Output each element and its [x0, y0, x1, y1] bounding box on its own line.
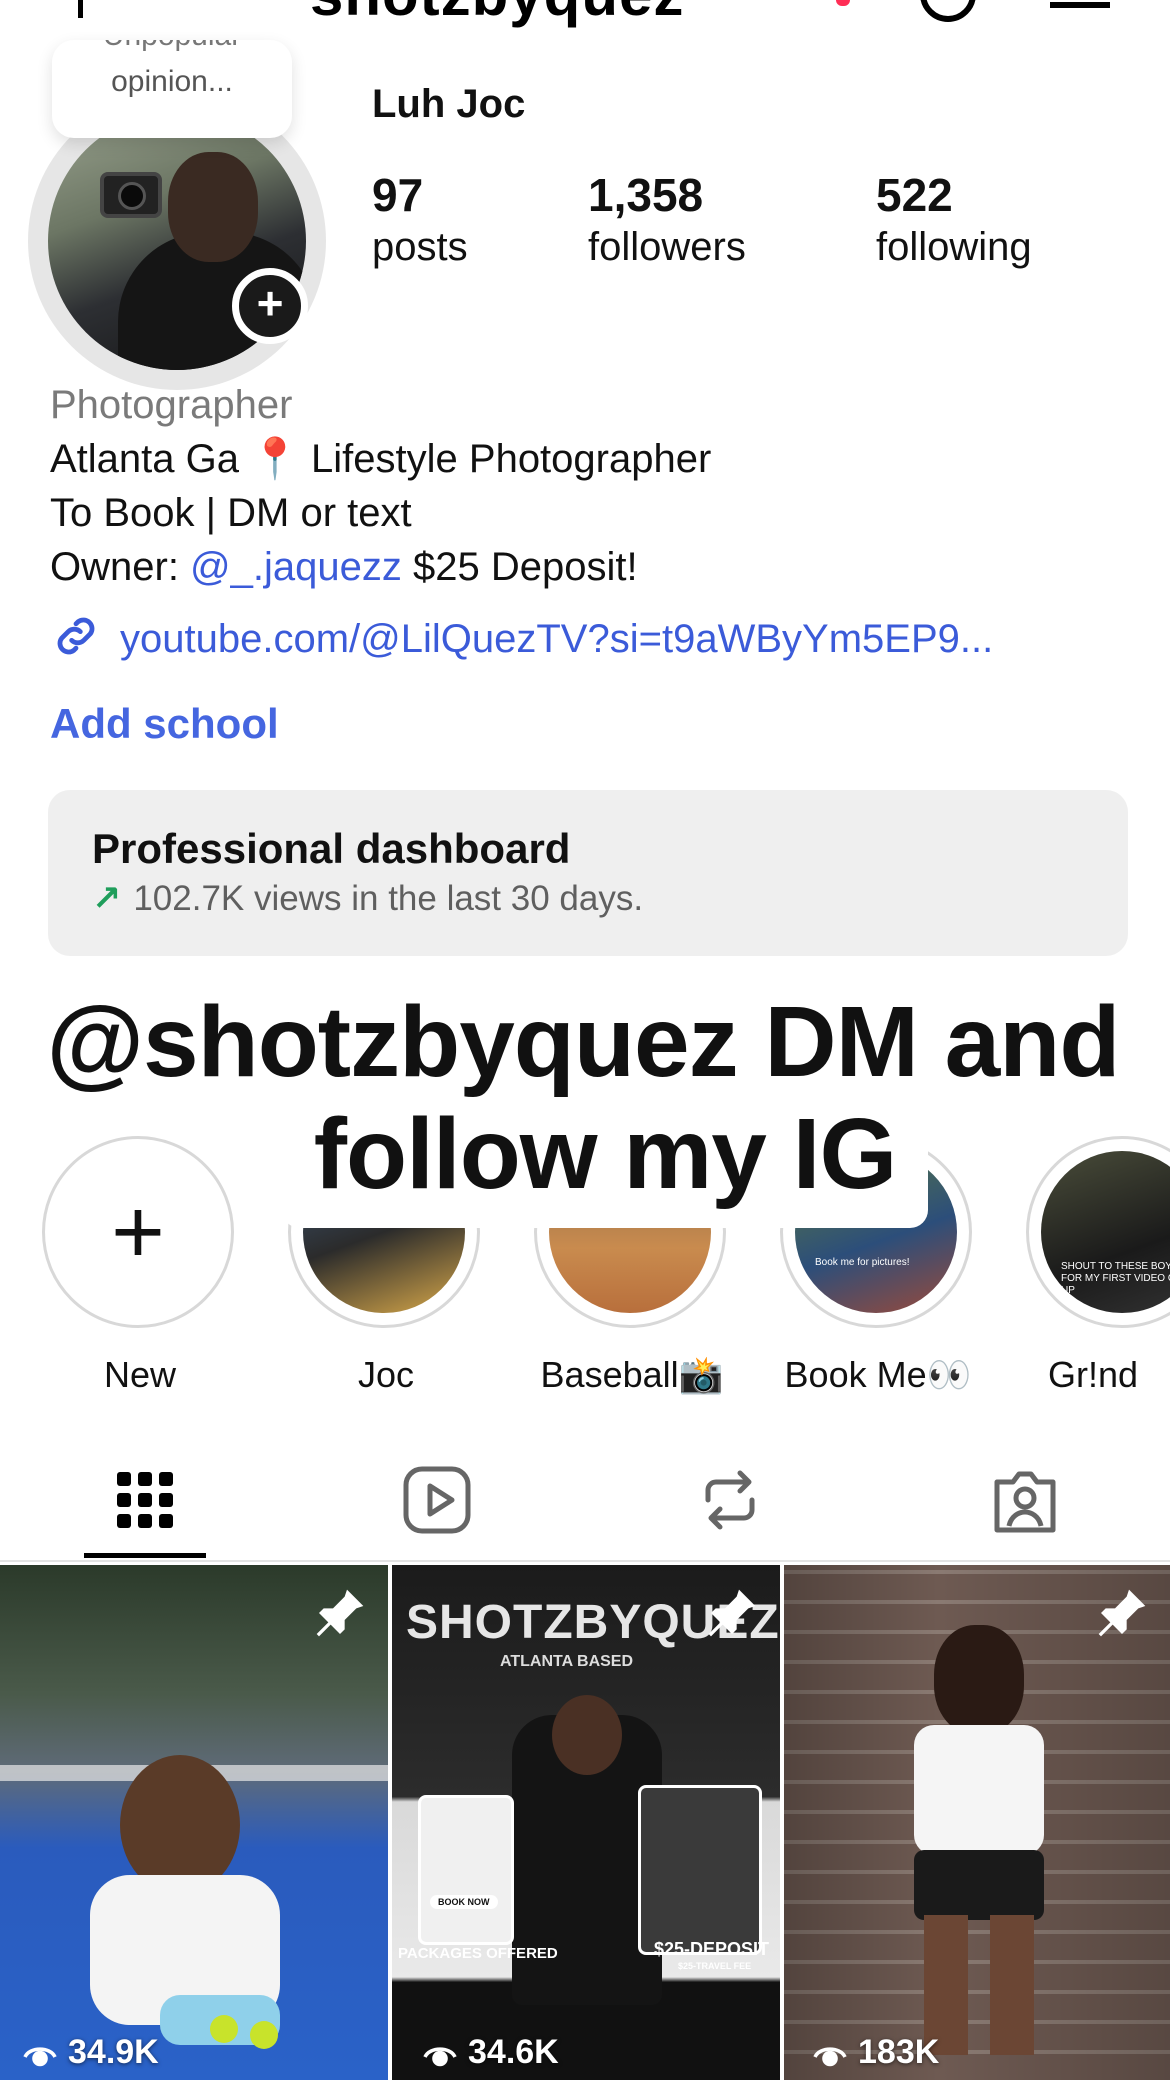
- person-shape: [552, 1695, 622, 1775]
- travel-fee-text: $25-TRAVEL FEE: [678, 1961, 752, 1971]
- profile-tabs: [0, 1440, 1170, 1560]
- eye-icon: [813, 2047, 847, 2067]
- eye-icon: [423, 2047, 457, 2067]
- pin-icon: [708, 1589, 756, 1637]
- following-stat[interactable]: 522 following: [876, 170, 1032, 272]
- tabs-divider: [0, 1560, 1170, 1562]
- photo-card: [638, 1785, 762, 1955]
- highlight-cover-text: Book me for pictures!: [815, 1257, 910, 1268]
- post-tile[interactable]: SHOTZBYQUEZ ATLANTA BASED BOOK NOW PACKA…: [392, 1565, 780, 2080]
- professional-dashboard[interactable]: Professional dashboard ↗ 102.7K views in …: [48, 790, 1128, 956]
- avatar-head: [168, 152, 258, 262]
- tab-reels[interactable]: [397, 1460, 477, 1540]
- deposit-text: $25-DEPOSIT: [654, 1939, 770, 1959]
- caption-overlay-line2: follow my IG: [282, 1098, 928, 1228]
- followers-stat[interactable]: 1,358 followers: [588, 170, 746, 272]
- post-tile[interactable]: 34.9K: [0, 1565, 388, 2080]
- bio-mention-link[interactable]: @_.jaquezz: [190, 545, 402, 589]
- tab-reposts[interactable]: [690, 1460, 770, 1540]
- post-sub-text: ATLANTA BASED: [500, 1653, 634, 1670]
- bio-line: To Book | DM or text: [50, 491, 412, 535]
- reels-icon: [403, 1466, 471, 1534]
- book-now-pill: BOOK NOW: [430, 1895, 498, 1909]
- tagged-icon: [994, 1471, 1056, 1533]
- posts-stat[interactable]: 97 posts: [372, 170, 468, 272]
- add-school-button[interactable]: Add school: [50, 700, 279, 748]
- post-views: 183K: [812, 2033, 939, 2072]
- tennis-ball: [210, 2015, 238, 2043]
- person-shape: [120, 1755, 240, 1895]
- tab-grid[interactable]: [105, 1460, 185, 1540]
- grid-icon: [117, 1472, 173, 1528]
- bio-line: Atlanta Ga 📍 Lifestyle Photographer: [50, 437, 712, 481]
- top-nav-bar: shotzbyquez: [0, 0, 1170, 30]
- threads-icon[interactable]: [920, 0, 976, 22]
- highlight-cover-text: SHOUT TO THESE BOYS FOR MY FIRST VIDEO O…: [1061, 1261, 1170, 1296]
- post-tile[interactable]: 183K: [784, 1565, 1170, 2080]
- eye-icon: [23, 2047, 57, 2067]
- trend-up-icon: ↗: [92, 879, 122, 918]
- bio-line-owner: Owner: @_.jaquezz $25 Deposit!: [50, 545, 638, 589]
- tennis-ball: [250, 2021, 278, 2049]
- pin-icon: [316, 1589, 364, 1637]
- profile-category: Photographer: [50, 383, 293, 427]
- tab-tagged[interactable]: [985, 1460, 1065, 1540]
- highlight-new[interactable]: + New: [42, 1136, 238, 1396]
- person-shape: [914, 1850, 1044, 1920]
- person-shape: [934, 1625, 1024, 1735]
- display-name: Luh Joc: [372, 82, 526, 126]
- reposts-icon: [705, 1470, 755, 1530]
- camera-shape: [100, 172, 162, 218]
- post-views: 34.9K: [22, 2033, 159, 2072]
- dashboard-subtitle: ↗ 102.7K views in the last 30 days.: [92, 879, 644, 918]
- photo-card: [418, 1795, 514, 1945]
- profile-note[interactable]: Unpopular opinion...: [52, 40, 292, 138]
- plus-icon: +: [111, 1181, 165, 1283]
- person-shape: [914, 1725, 1044, 1855]
- active-tab-indicator: [84, 1553, 206, 1558]
- profile-link-text: youtube.com/@LilQuezTV?si=t9aWByYm5EP9..…: [120, 617, 994, 661]
- profile-link[interactable]: youtube.com/@LilQuezTV?si=t9aWByYm5EP9..…: [50, 610, 993, 666]
- profile-note-text: opinion...: [111, 65, 233, 98]
- notification-dot: [836, 0, 850, 6]
- add-story-button[interactable]: +: [232, 268, 308, 344]
- menu-icon[interactable]: [1050, 0, 1110, 8]
- back-icon[interactable]: [78, 0, 83, 18]
- caption-overlay-line1: @shotzbyquez DM and: [38, 980, 1128, 1105]
- link-icon: [57, 617, 95, 655]
- post-views: 34.6K: [422, 2033, 559, 2072]
- pin-icon: [1098, 1589, 1146, 1637]
- person-shape: [924, 1915, 1034, 2055]
- dashboard-title: Professional dashboard: [92, 825, 571, 872]
- highlight-item[interactable]: SHOUT TO THESE BOYS FOR MY FIRST VIDEO O…: [1026, 1136, 1170, 1396]
- profile-username[interactable]: shotzbyquez: [310, 0, 684, 29]
- packages-text: PACKAGES OFFERED: [398, 1945, 558, 1962]
